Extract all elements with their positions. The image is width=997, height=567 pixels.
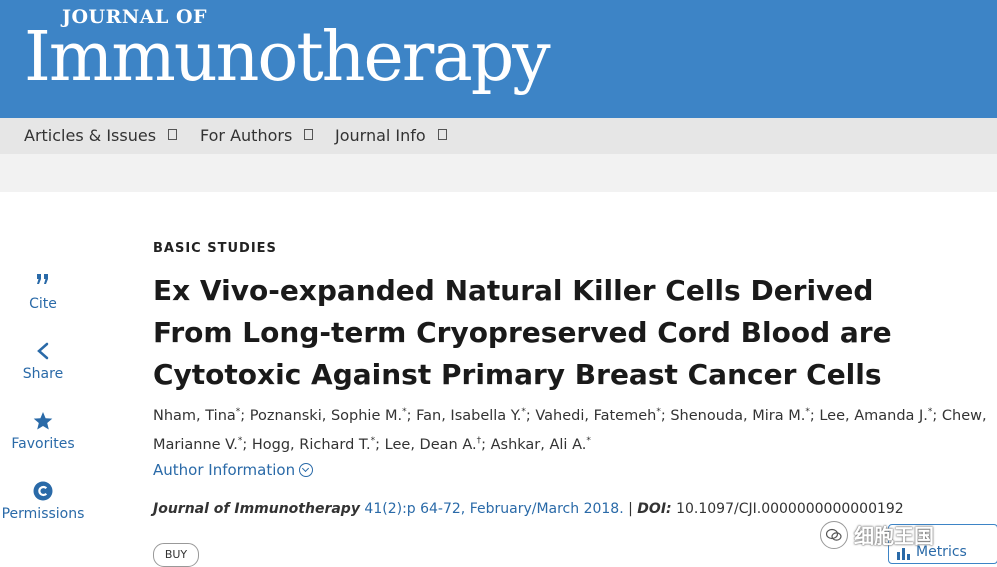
author-name[interactable]: Lee, Amanda J. (819, 408, 928, 424)
author-mark: * (402, 407, 407, 417)
favorites-button[interactable]: Favorites (0, 410, 86, 452)
citation-separator: | (628, 501, 633, 517)
author-name[interactable]: Hogg, Richard T. (252, 437, 371, 453)
star-icon (33, 412, 53, 430)
buy-button[interactable]: BUY (153, 543, 199, 567)
author-mark: * (805, 407, 810, 417)
author-mark: * (237, 435, 243, 446)
author-name[interactable]: Lee, Dean A. (385, 437, 477, 453)
cite-label: Cite (29, 296, 57, 312)
doi-value[interactable]: 10.1097/CJI.0000000000000192 (676, 501, 904, 517)
nav-articles-issues[interactable]: Articles & Issues (24, 118, 178, 154)
author-name[interactable]: Vahedi, Fatemeh (535, 408, 656, 424)
chevron-down-icon (168, 128, 178, 140)
author-mark: † (476, 435, 482, 446)
watermark: 细胞王国 (820, 520, 934, 549)
article-title: Ex Vivo-expanded Natural Killer Cells De… (153, 274, 892, 391)
author-information-toggle[interactable]: Author Information (153, 461, 314, 479)
author-name[interactable]: Nham, Tina (153, 408, 236, 424)
chevron-down-circle-icon (299, 463, 314, 477)
wechat-icon (820, 520, 848, 549)
share-label: Share (22, 366, 64, 382)
author-name[interactable]: Shenouda, Mira M. (670, 408, 805, 424)
author-mark: * (927, 407, 933, 417)
citation-volume-link[interactable]: 41(2):p 64-72, February/March 2018. (364, 501, 623, 517)
nav-item-label: Articles & Issues (24, 126, 157, 145)
share-icon (37, 342, 49, 360)
journal-logo[interactable]: Immunotherapy (24, 18, 551, 98)
chevron-down-icon (437, 128, 447, 140)
author-mark: * (586, 435, 591, 446)
nav-item-label: Journal Info (335, 126, 426, 145)
quote-icon (37, 274, 48, 284)
watermark-text: 细胞王国 (854, 524, 934, 548)
author-mark: * (235, 407, 241, 417)
chevron-down-icon (304, 128, 314, 140)
citation-line: Journal of Immunotherapy 41(2):p 64-72, … (153, 501, 904, 517)
cite-button[interactable]: Cite (0, 270, 86, 312)
nav-journal-info[interactable]: Journal Info (335, 118, 447, 154)
author-list: Nham, Tina*; Poznanski, Sophie M.*; Fan,… (153, 407, 987, 453)
article-section-label: BASIC STUDIES (153, 241, 277, 256)
favorites-label: Favorites (11, 436, 75, 452)
copyright-icon (33, 481, 53, 501)
citation-journal: Journal of Immunotherapy (153, 501, 360, 517)
bar-chart-icon (897, 548, 910, 560)
nav-for-authors[interactable]: For Authors (200, 118, 314, 154)
sub-toolbar (0, 154, 997, 192)
share-button[interactable]: Share (0, 340, 86, 382)
permissions-button[interactable]: Permissions (0, 480, 86, 522)
author-mark: * (521, 407, 526, 417)
author-name[interactable]: Ashkar, Ali A. (491, 437, 587, 453)
author-name[interactable]: Fan, Isabella Y. (416, 408, 521, 424)
author-name[interactable]: Poznanski, Sophie M. (250, 408, 402, 424)
author-mark: * (656, 407, 661, 417)
author-information-label: Author Information (153, 461, 296, 479)
nav-item-label: For Authors (200, 126, 293, 145)
main-nav: Articles & Issues For Authors Journal In… (0, 118, 997, 154)
author-mark: * (370, 435, 376, 446)
permissions-label: Permissions (1, 506, 85, 522)
site-header: JOURNAL OF Immunotherapy (0, 0, 997, 118)
doi-label: DOI: (637, 501, 672, 517)
